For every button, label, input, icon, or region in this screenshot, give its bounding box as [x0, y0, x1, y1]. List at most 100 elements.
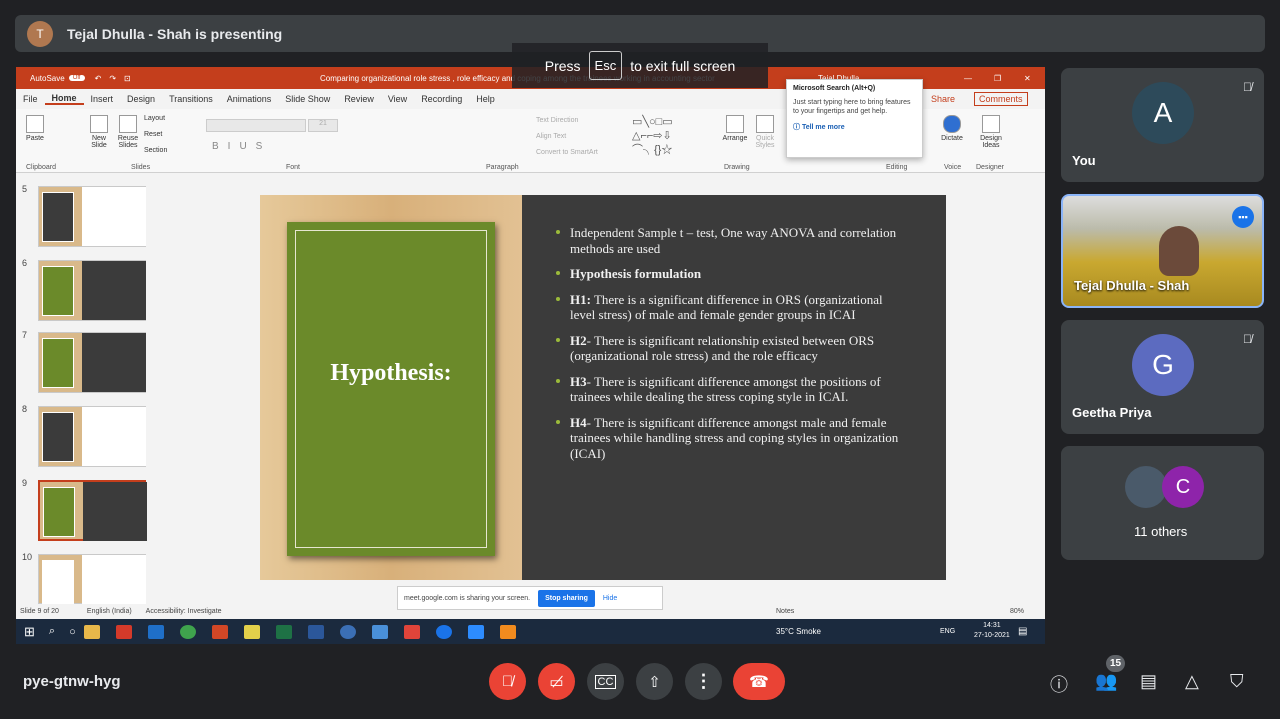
- present-now-button[interactable]: ⇧: [636, 663, 673, 700]
- chat-icon[interactable]: ▤: [1140, 671, 1157, 692]
- new-slide-button[interactable]: New Slide: [86, 115, 112, 149]
- app-icon[interactable]: [371, 624, 388, 639]
- tell-me-more-link[interactable]: ⓘ Tell me more: [793, 122, 916, 132]
- convert-smartart-button[interactable]: Convert to SmartArt: [536, 149, 598, 156]
- tab-file[interactable]: File: [16, 94, 45, 104]
- thumb-panel: [42, 560, 74, 610]
- file-explorer-icon[interactable]: [83, 624, 100, 639]
- acrobat-icon[interactable]: [115, 624, 132, 639]
- app-icon[interactable]: [339, 624, 356, 639]
- leave-call-button[interactable]: ☎: [733, 663, 785, 700]
- new-slide-label: New Slide: [91, 135, 107, 149]
- notes-button[interactable]: Notes: [776, 608, 794, 615]
- language-status[interactable]: English (India): [87, 608, 132, 615]
- dictate-button[interactable]: Dictate: [938, 115, 966, 142]
- clock[interactable]: 14:31 27-10-2021: [974, 621, 1010, 641]
- autosave-toggle[interactable]: Off: [68, 75, 85, 81]
- reuse-slides-button[interactable]: Reuse Slides: [115, 115, 141, 149]
- bullet-bold: Hypothesis formulation: [570, 266, 702, 281]
- weather-status[interactable]: 35°C Smoke: [776, 627, 821, 636]
- participant-tile[interactable]: G 🎙̸ Geetha Priya: [1061, 320, 1264, 434]
- layout-button[interactable]: Layout: [144, 115, 165, 122]
- presenting-text: Tejal Dhulla - Shah is presenting: [67, 25, 283, 42]
- slide-thumbnail[interactable]: [38, 554, 146, 614]
- paste-button[interactable]: Paste: [24, 115, 46, 142]
- esc-key: Esc: [588, 51, 623, 80]
- slide-thumbnail-selected[interactable]: [38, 480, 147, 541]
- font-format-buttons[interactable]: BIUS: [212, 141, 271, 152]
- text-direction-button[interactable]: Text Direction: [536, 117, 578, 124]
- tab-help[interactable]: Help: [469, 94, 502, 104]
- teamviewer-icon[interactable]: [435, 624, 452, 639]
- accessibility-status[interactable]: Accessibility: Investigate: [146, 608, 222, 615]
- hide-button[interactable]: Hide: [603, 595, 617, 602]
- align-text-button[interactable]: Align Text: [536, 133, 566, 140]
- group-paragraph: Paragraph: [486, 164, 519, 171]
- excel-icon[interactable]: [275, 624, 292, 639]
- tab-view[interactable]: View: [381, 94, 414, 104]
- font-name-box[interactable]: [206, 119, 306, 132]
- share-button[interactable]: Share: [924, 94, 962, 104]
- slide-thumbnail[interactable]: [38, 260, 146, 321]
- redo-icon[interactable]: ↷: [109, 74, 116, 83]
- mic-toggle-button[interactable]: 🎙̸: [489, 663, 526, 700]
- font-size-box[interactable]: 21: [308, 119, 338, 132]
- arrange-button[interactable]: Arrange: [722, 115, 748, 142]
- camera-toggle-button[interactable]: ▭̸: [538, 663, 575, 700]
- section-button[interactable]: Section: [144, 147, 167, 154]
- tab-review[interactable]: Review: [337, 94, 381, 104]
- participant-tile-you[interactable]: A 🎙̸ You: [1061, 68, 1264, 182]
- comments-button[interactable]: Comments: [974, 92, 1028, 106]
- restore-icon[interactable]: ❐: [994, 74, 1001, 83]
- zoom-level[interactable]: 80%: [1010, 608, 1024, 615]
- search-tooltip-title: Microsoft Search (Alt+Q): [793, 85, 876, 92]
- chrome-icon[interactable]: [179, 624, 196, 639]
- taskbar-search-icon[interactable]: ⌕: [49, 625, 55, 638]
- tab-recording[interactable]: Recording: [414, 94, 469, 104]
- vlc-icon[interactable]: [499, 624, 516, 639]
- tab-insert[interactable]: Insert: [84, 94, 121, 104]
- people-icon[interactable]: 👥: [1095, 671, 1117, 692]
- sticky-notes-icon[interactable]: [243, 624, 260, 639]
- more-options-button[interactable]: ⋮: [685, 663, 722, 700]
- windows-start-icon[interactable]: ⊞: [24, 624, 35, 640]
- thumb-content: [82, 407, 146, 466]
- undo-icon[interactable]: ↶: [95, 74, 102, 83]
- input-language[interactable]: ENG: [940, 628, 955, 635]
- participant-tile-presenter[interactable]: ▪▪▪ Tejal Dhulla - Shah: [1061, 194, 1264, 308]
- outlook-icon[interactable]: [147, 624, 164, 639]
- tab-transitions[interactable]: Transitions: [162, 94, 220, 104]
- meeting-details-icon[interactable]: ⓘ: [1050, 671, 1068, 697]
- thumb-num: 10: [22, 552, 33, 562]
- bullet-bold: H3: [570, 373, 587, 389]
- present-icon[interactable]: ⊡: [124, 74, 131, 83]
- tab-design[interactable]: Design: [120, 94, 162, 104]
- design-ideas-button[interactable]: Design Ideas: [976, 115, 1006, 149]
- close-icon[interactable]: ✕: [1024, 74, 1031, 83]
- word-icon[interactable]: [307, 624, 324, 639]
- slide-thumbnail[interactable]: [38, 186, 146, 247]
- reset-button[interactable]: Reset: [144, 131, 162, 138]
- slide-thumbnail[interactable]: [38, 332, 146, 393]
- others-tile[interactable]: C 11 others: [1061, 446, 1264, 560]
- tab-home[interactable]: Home: [44, 93, 84, 105]
- notification-icon[interactable]: ▤: [1018, 626, 1027, 637]
- tab-animations[interactable]: Animations: [220, 94, 279, 104]
- group-font: Font: [286, 164, 301, 171]
- stop-sharing-button[interactable]: Stop sharing: [538, 589, 595, 607]
- zoom-icon[interactable]: [467, 624, 484, 639]
- activities-icon[interactable]: △: [1185, 671, 1199, 692]
- thumb-content: [83, 482, 147, 541]
- mic-off-icon: 🎙̸: [501, 673, 514, 690]
- host-controls-icon[interactable]: ⛉: [1230, 671, 1244, 692]
- shapes-gallery[interactable]: ▭╲○□▭ △⌐⌐⇨⇩ ⌒╮{}☆: [632, 115, 712, 157]
- quick-styles-button[interactable]: Quick Styles: [752, 115, 778, 149]
- task-view-icon[interactable]: ○: [69, 626, 76, 638]
- minimize-icon[interactable]: —: [964, 74, 972, 83]
- tab-slide-show[interactable]: Slide Show: [278, 94, 337, 104]
- slide-thumbnail[interactable]: [38, 406, 146, 467]
- captions-button[interactable]: CC: [587, 663, 624, 700]
- powerpoint-icon[interactable]: [211, 624, 228, 639]
- current-slide[interactable]: Hypothesis: Independent Sample t – test,…: [260, 195, 946, 580]
- anydesk-icon[interactable]: [403, 624, 420, 639]
